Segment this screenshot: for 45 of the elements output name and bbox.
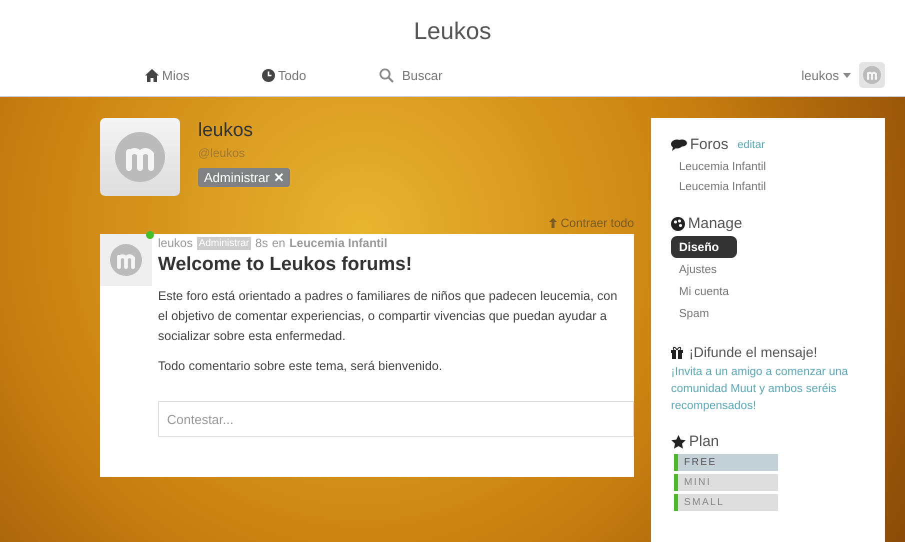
collapse-all-link[interactable]: Contraer todo bbox=[560, 216, 634, 230]
reply-field[interactable]: Contestar... bbox=[158, 401, 634, 437]
user-menu[interactable]: leukos bbox=[801, 68, 851, 82]
manage-menu-item[interactable]: Ajustes bbox=[671, 260, 737, 280]
plan-option[interactable]: SMALL bbox=[674, 494, 778, 511]
star-icon bbox=[671, 434, 686, 448]
edit-link[interactable]: editar bbox=[737, 138, 765, 150]
manage-menu-item[interactable]: Mi cuenta bbox=[671, 282, 737, 302]
post-paragraph: Todo comentario sobre este tema, será bienvenido. bbox=[158, 358, 444, 375]
forum-link[interactable]: Leucemia Infantil bbox=[289, 236, 388, 250]
logo-icon bbox=[110, 244, 142, 276]
post-paragraph: Este foro está orientado a padres o familiares de niños que padecen leucemia, con el objetivo de comentar experiencias, o compartir vivencias que puedan ayudar a socializar sobre esta enfermedad. bbox=[158, 288, 618, 345]
nav-link[interactable]: Buscar bbox=[379, 68, 496, 82]
speech-bubbles-icon bbox=[671, 138, 687, 150]
preposition-text: en bbox=[272, 236, 286, 250]
logo-icon bbox=[863, 66, 881, 84]
nav-link[interactable]: Todo bbox=[262, 68, 379, 82]
forum-item[interactable]: Leucemia Infantil bbox=[671, 177, 774, 197]
plan-heading: Plan bbox=[689, 433, 720, 450]
logo-icon bbox=[115, 132, 165, 182]
search-icon bbox=[379, 68, 394, 82]
spread-heading: ¡Difunde el mensaje! bbox=[689, 344, 818, 360]
forums-heading: Foros bbox=[690, 136, 728, 153]
admin-button[interactable]: Administrar ✕ bbox=[198, 168, 290, 187]
nav-link[interactable]: Mios bbox=[145, 68, 262, 82]
profile-name: leukos bbox=[198, 120, 253, 142]
plan-option[interactable]: MINI bbox=[674, 474, 778, 491]
profile-handle: @leukos bbox=[198, 146, 245, 160]
site-title: Leukos bbox=[412, 17, 492, 46]
caret-icon bbox=[843, 72, 851, 78]
gift-icon bbox=[671, 346, 683, 358]
manage-heading: Manage bbox=[688, 215, 742, 232]
author-link[interactable]: leukos bbox=[158, 236, 193, 250]
manage-menu-item[interactable]: Diseño bbox=[671, 236, 737, 258]
user-avatar[interactable] bbox=[859, 62, 885, 88]
plan-option[interactable]: FREE bbox=[674, 454, 778, 471]
up-arrow-icon bbox=[548, 218, 557, 228]
clock-icon bbox=[262, 68, 275, 82]
manage-menu-item[interactable]: Spam bbox=[671, 304, 737, 324]
post-time: 8s bbox=[255, 236, 268, 250]
forum-item[interactable]: Leucemia Infantil bbox=[671, 157, 774, 177]
home-icon bbox=[145, 68, 159, 82]
palette-icon bbox=[671, 216, 685, 230]
invite-link[interactable]: ¡Invita a un amigo a comenzar una comunidad Muut y ambos seréis recompensados! bbox=[671, 364, 865, 415]
post-title: Welcome to Leukos forums! bbox=[158, 254, 414, 276]
